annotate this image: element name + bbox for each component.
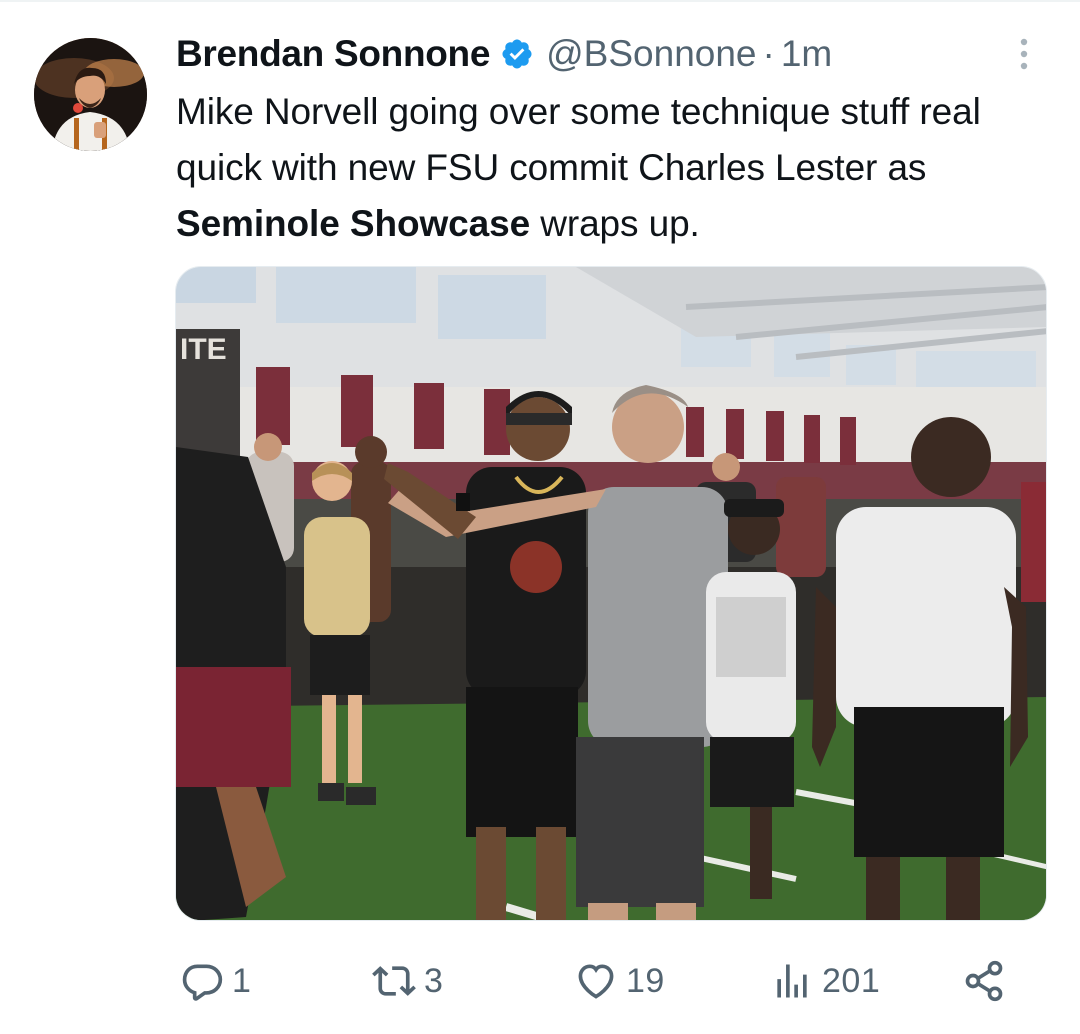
views-icon bbox=[777, 964, 807, 998]
retweet-button[interactable]: 3 bbox=[372, 954, 443, 1008]
share-button[interactable] bbox=[962, 954, 1014, 1008]
timestamp[interactable]: 1m bbox=[781, 33, 832, 75]
more-options-icon[interactable] bbox=[1012, 36, 1036, 72]
retweet-count: 3 bbox=[424, 961, 444, 1000]
retweet-icon bbox=[372, 966, 416, 996]
views-count: 201 bbox=[822, 961, 881, 1000]
verified-badge-icon bbox=[502, 39, 532, 69]
avatar-image bbox=[34, 38, 147, 151]
tweet-header: Brendan Sonnone @BSonnone · 1m bbox=[176, 30, 832, 78]
views-button[interactable]: 201 bbox=[770, 954, 880, 1008]
share-icon bbox=[965, 960, 1003, 1002]
photo-scene: ITE bbox=[176, 267, 1046, 920]
like-icon bbox=[578, 964, 614, 999]
tweet-text-part1: Mike Norvell going over some technique s… bbox=[176, 91, 981, 188]
tweet-text: Mike Norvell going over some technique s… bbox=[176, 84, 1056, 252]
separator-dot: · bbox=[762, 33, 775, 74]
reply-count: 1 bbox=[232, 961, 252, 1000]
like-count: 19 bbox=[626, 961, 665, 1000]
top-divider bbox=[0, 0, 1080, 2]
avatar[interactable] bbox=[34, 38, 147, 151]
author-handle[interactable]: @BSonnone bbox=[546, 33, 756, 75]
tweet-photo[interactable]: ITE bbox=[175, 266, 1047, 921]
tweet-actions: 1 3 19 201 bbox=[0, 946, 1080, 1016]
reply-button[interactable]: 1 bbox=[180, 954, 251, 1008]
like-button[interactable]: 19 bbox=[574, 954, 665, 1008]
wall-banner-text: ITE bbox=[180, 333, 227, 366]
tweet-text-bold: Seminole Showcase bbox=[176, 203, 531, 244]
reply-icon bbox=[182, 964, 223, 1001]
tweet-text-part2: wraps up. bbox=[530, 203, 700, 244]
author-name[interactable]: Brendan Sonnone bbox=[176, 33, 490, 75]
